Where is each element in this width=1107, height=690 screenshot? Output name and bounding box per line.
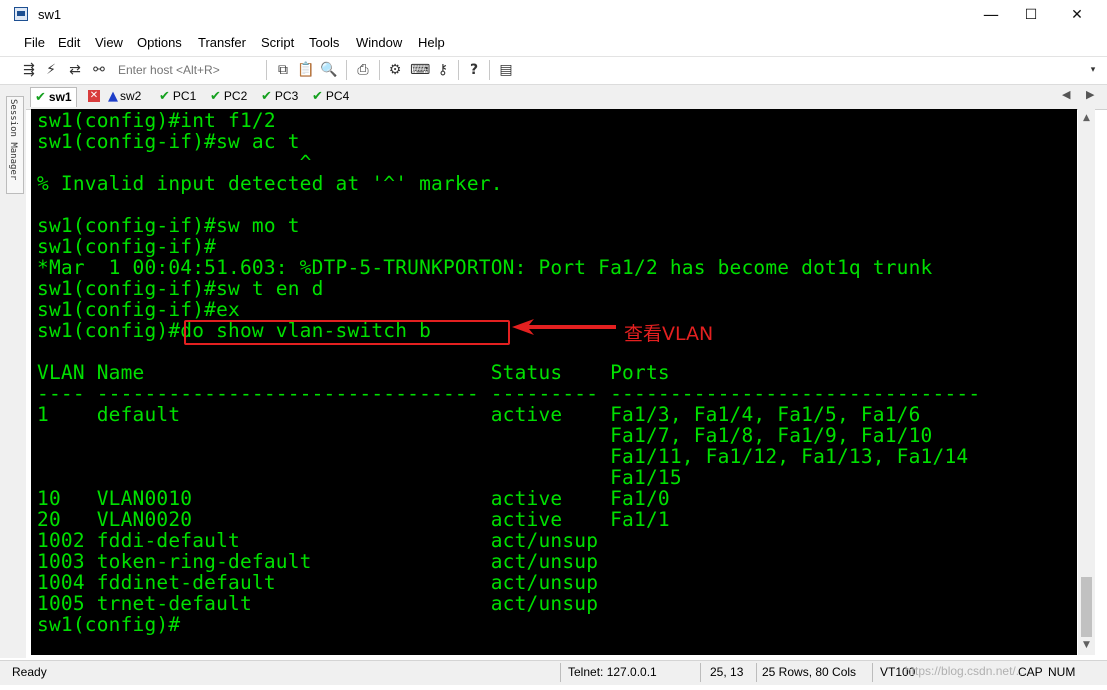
terminal-line: Fa1/15 — [37, 466, 682, 489]
terminal-output[interactable]: sw1(config)#int f1/2 sw1(config-if)#sw ac… — [31, 109, 1077, 655]
disconnect-icon[interactable]: ⚯ — [90, 61, 108, 79]
menu-bar: File Edit View Options Transfer Script T… — [0, 32, 1107, 54]
find-icon[interactable]: 🔍 — [320, 61, 338, 79]
menu-file[interactable]: File — [24, 35, 45, 50]
connected-check-icon: ✔ — [312, 89, 323, 104]
menu-script[interactable]: Script — [261, 35, 294, 50]
status-ready: Ready — [12, 665, 47, 679]
scroll-down-icon[interactable]: ▼ — [1078, 637, 1095, 654]
settings-gear-icon[interactable]: ⚙ — [386, 61, 404, 79]
toolbar-separator — [379, 60, 380, 80]
status-connection: Telnet: 127.0.0.1 — [568, 665, 657, 679]
tab-scroll-left-icon[interactable]: ◀ — [1062, 88, 1070, 101]
connected-check-icon: ✔ — [261, 89, 272, 104]
toolbar-separator — [346, 60, 347, 80]
menu-help[interactable]: Help — [418, 35, 445, 50]
tab-close-icon[interactable]: ✕ — [88, 90, 100, 102]
terminal-line: sw1(config)# — [37, 613, 181, 636]
session-tab-bar: ✔ sw1 ▲ sw2 ✔ PC1 ✔ PC2 ✔ PC3 ✔ PC4 — [0, 84, 1107, 110]
connected-check-icon: ✔ — [159, 89, 170, 104]
tab-pc4[interactable]: ✔ PC4 — [308, 87, 353, 106]
warning-icon: ▲ — [108, 89, 118, 104]
toolbar: ⇶ ⚡ ⇄ ⚯ ⧉ 📋 🔍 ⎙ ⚙ ⌨ ⚷ ? ▤ ▾ — [0, 56, 1107, 83]
scroll-up-icon[interactable]: ▲ — [1078, 110, 1095, 127]
status-terminal-size: 25 Rows, 80 Cols — [762, 665, 857, 679]
terminal-scrollbar[interactable]: ▲ ▼ — [1078, 109, 1095, 655]
terminal-line: sw1(config-if)#sw t en d — [37, 277, 324, 300]
host-input[interactable] — [114, 60, 270, 80]
terminal-line: 1 default active Fa1/3, Fa1/4, Fa1/5, Fa… — [37, 403, 921, 426]
terminal-line: 20 VLAN0020 active Fa1/1 — [37, 508, 670, 531]
terminal-line: ^ — [37, 151, 312, 174]
copy-icon[interactable]: ⧉ — [274, 61, 292, 79]
menu-window[interactable]: Window — [356, 35, 402, 50]
menu-transfer[interactable]: Transfer — [198, 35, 246, 50]
tab-pc2[interactable]: ✔ PC2 — [206, 87, 251, 106]
terminal-line: VLAN Name Status Ports — [37, 361, 670, 384]
menu-tools[interactable]: Tools — [309, 35, 339, 50]
terminal-line: 1004 fddinet-default act/unsup — [37, 571, 599, 594]
help-icon[interactable]: ? — [465, 61, 483, 79]
status-separator — [560, 663, 561, 682]
terminal-line: 10 VLAN0010 active Fa1/0 — [37, 487, 670, 510]
terminal-line: Fa1/7, Fa1/8, Fa1/9, Fa1/10 — [37, 424, 933, 447]
blog-watermark: https://blog.csdn.net/... — [905, 664, 1026, 678]
menu-edit[interactable]: Edit — [58, 35, 80, 50]
scrollbar-thumb[interactable] — [1081, 577, 1092, 637]
annotation-arrow-icon — [512, 319, 616, 335]
status-separator — [756, 663, 757, 682]
command-highlight-box — [184, 320, 510, 345]
terminal-line: ---- -------------------------------- --… — [37, 382, 981, 405]
annotation-label: 查看VLAN — [624, 323, 714, 345]
terminal-line: sw1(config-if)#sw mo t — [37, 214, 300, 237]
toolbar-separator — [458, 60, 459, 80]
toolbar-overflow-icon[interactable]: ▾ — [1084, 61, 1102, 79]
tab-sw1[interactable]: ✔ sw1 — [30, 87, 77, 107]
quick-connect-icon[interactable]: ⚡ — [42, 61, 60, 79]
status-separator — [700, 663, 701, 682]
terminal-line: *Mar 1 00:04:51.603: %DTP-5-TRUNKPORTON:… — [37, 256, 933, 279]
terminal-line: Fa1/11, Fa1/12, Fa1/13, Fa1/14 — [37, 445, 969, 468]
toolbar-separator — [489, 60, 490, 80]
window-title: sw1 — [38, 7, 62, 22]
terminal-line: sw1(config-if)# — [37, 235, 217, 258]
tab-pc1[interactable]: ✔ PC1 — [155, 87, 200, 106]
status-cursor-position: 25, 13 — [710, 665, 744, 679]
terminal-line: 1005 trnet-default act/unsup — [37, 592, 599, 615]
connect-icon[interactable]: ⇶ — [20, 61, 38, 79]
connected-check-icon: ✔ — [35, 90, 46, 105]
terminal-line: 1002 fddi-default act/unsup — [37, 529, 599, 552]
key-agent-icon[interactable]: ⚷ — [434, 61, 452, 79]
reconnect-icon[interactable]: ⇄ — [66, 61, 84, 79]
print-icon[interactable]: ⎙ — [354, 61, 372, 79]
toolbar-separator — [266, 60, 267, 80]
tab-pc3[interactable]: ✔ PC3 — [257, 87, 302, 106]
tab-sw2[interactable]: ▲ sw2 — [104, 87, 145, 106]
close-button[interactable]: ✕ — [1054, 0, 1100, 32]
menu-options[interactable]: Options — [137, 35, 182, 50]
terminal-line: % Invalid input detected at '^' marker. — [37, 172, 503, 195]
connected-check-icon: ✔ — [210, 89, 221, 104]
terminal-line: sw1(config-if)#sw ac t — [37, 130, 300, 153]
keymap-icon[interactable]: ⌨ — [410, 61, 430, 79]
title-bar: sw1 — ☐ ✕ — [0, 0, 1107, 32]
status-num-lock: NUM — [1048, 665, 1076, 679]
tab-scroll-right-icon[interactable]: ▶ — [1086, 88, 1094, 101]
sftp-icon[interactable]: ▤ — [497, 61, 515, 79]
status-separator — [872, 663, 873, 682]
securecrt-app-icon — [14, 7, 28, 21]
paste-icon[interactable]: 📋 — [297, 61, 315, 79]
menu-view[interactable]: View — [95, 35, 123, 50]
terminal-line: 1003 token-ring-default act/unsup — [37, 550, 599, 573]
terminal-line: sw1(config-if)#ex — [37, 298, 240, 321]
maximize-button[interactable]: ☐ — [1008, 0, 1054, 32]
session-manager-label: Session Manager — [8, 99, 18, 181]
terminal-line: sw1(config)#int f1/2 — [37, 109, 276, 132]
